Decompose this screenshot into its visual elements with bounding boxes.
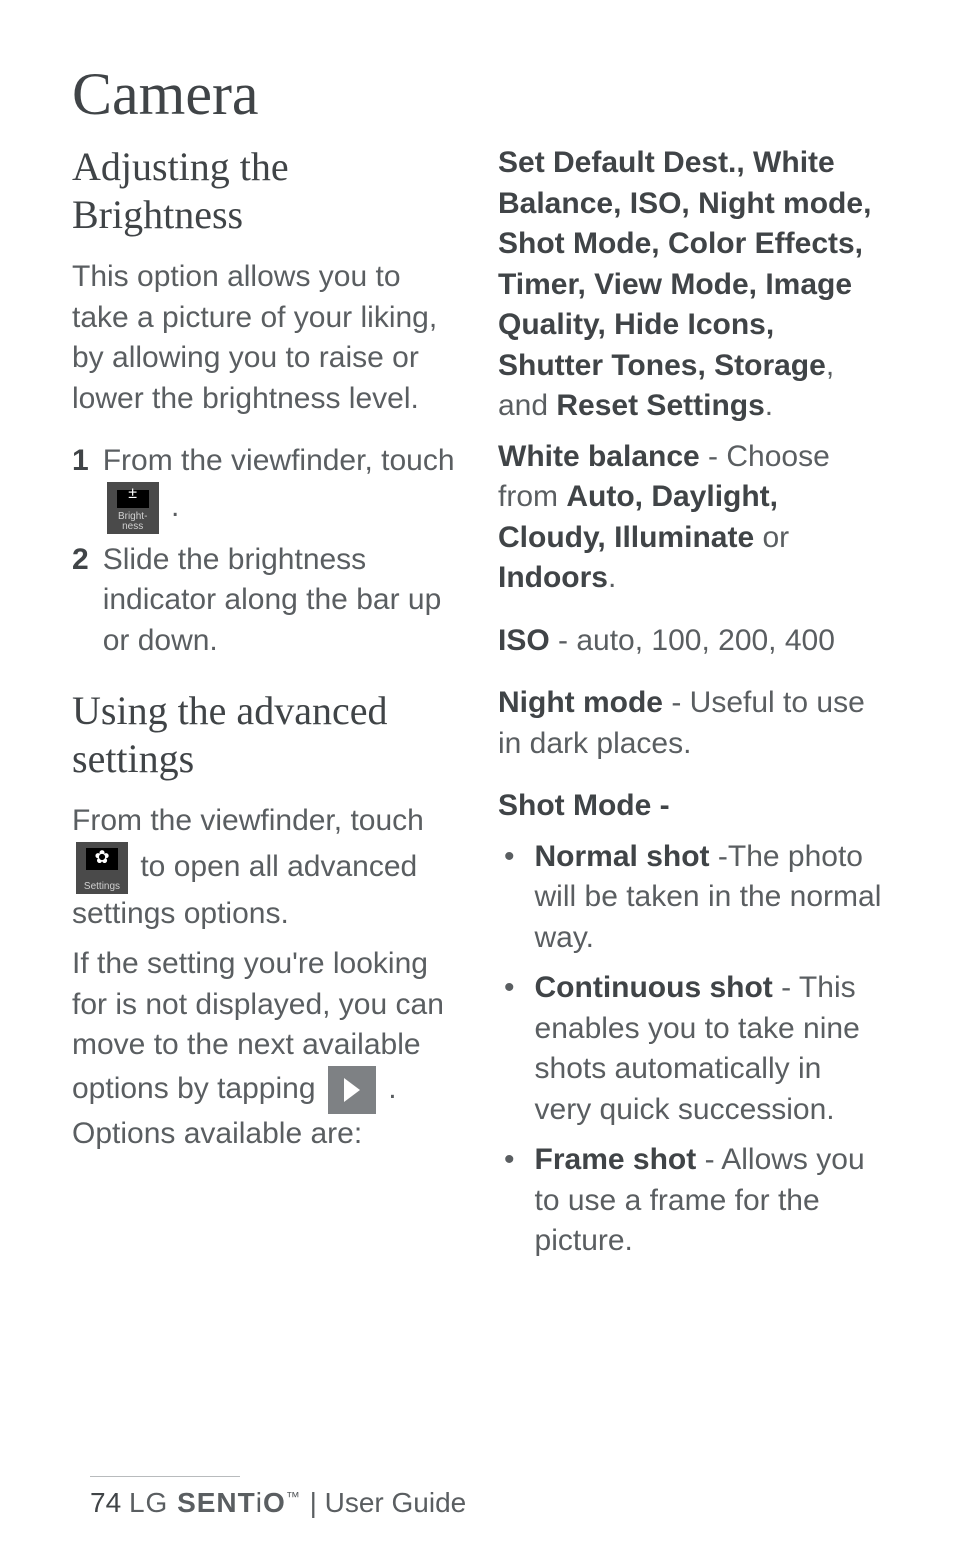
brightness-icon-label: Bright- ness: [107, 512, 159, 532]
settings-icon-label: Settings: [76, 882, 128, 892]
right-column: Set Default Dest., White Balance, ISO, N…: [498, 143, 884, 1272]
page-number: 74: [90, 1487, 121, 1518]
step-number: 2: [72, 540, 89, 662]
brand-tm: ™: [286, 1489, 301, 1505]
shot-mode-heading: Shot Mode -: [498, 786, 884, 827]
step-body: From the viewfinder, touch Bright- ness …: [103, 441, 458, 534]
left-column: Adjusting the Brightness This option all…: [72, 143, 458, 1272]
options-list: Set Default Dest., White Balance, ISO, N…: [498, 143, 884, 427]
adv-text-pre: From the viewfinder, touch: [72, 804, 424, 837]
page-title: Camera: [72, 60, 884, 129]
footer-text: 74 LG SENTiO™ | User Guide: [90, 1487, 954, 1519]
heading-adjusting-brightness: Adjusting the Brightness: [72, 143, 458, 239]
step-1: 1 From the viewfinder, touch Bright- nes…: [72, 441, 458, 534]
iso-item: ISO - auto, 100, 200, 400: [498, 621, 884, 662]
bullet-body: Continuous shot - This enables you to ta…: [535, 968, 884, 1130]
wb-or: or: [754, 521, 789, 554]
bullet-label: Normal shot: [535, 840, 710, 873]
brightness-steps: 1 From the viewfinder, touch Bright- nes…: [72, 441, 458, 661]
next-arrow-icon: [328, 1066, 376, 1114]
brand-i: i: [256, 1487, 263, 1518]
options-end: .: [765, 389, 773, 422]
heading-advanced-settings: Using the advanced settings: [72, 687, 458, 783]
brightness-intro: This option allows you to take a picture…: [72, 257, 458, 419]
wb-options-2: Indoors: [498, 561, 608, 594]
night-mode-item: Night mode - Useful to use in dark place…: [498, 683, 884, 764]
iso-values: - auto, 100, 200, 400: [550, 624, 835, 657]
bullet-body: Normal shot -The photo will be taken in …: [535, 837, 884, 959]
iso-label: ISO: [498, 624, 550, 657]
options-bold-1: Set Default Dest., White Balance, ISO, N…: [498, 146, 871, 382]
settings-icon: Settings: [76, 842, 128, 894]
brand-logo: LG SENTiO™: [129, 1487, 310, 1518]
content-columns: Adjusting the Brightness This option all…: [72, 143, 884, 1272]
footer-sep: |: [310, 1487, 325, 1518]
advanced-para-2: If the setting you're looking for is not…: [72, 944, 458, 1154]
options-bold-2: Reset Settings: [556, 389, 764, 422]
night-label: Night mode: [498, 686, 663, 719]
step-1-text-pre: From the viewfinder, touch: [103, 444, 455, 477]
bullet-body: Frame shot - Allows you to use a frame f…: [535, 1140, 884, 1262]
brand-lg: LG: [129, 1487, 168, 1518]
list-item: Normal shot -The photo will be taken in …: [498, 837, 884, 959]
list-item: Frame shot - Allows you to use a frame f…: [498, 1140, 884, 1262]
brand-sent: SENT: [177, 1487, 256, 1518]
bullet-label: Frame shot: [535, 1143, 697, 1176]
step-2: 2 Slide the brightness indicator along t…: [72, 540, 458, 662]
white-balance-item: White balance - Choose from Auto, Daylig…: [498, 437, 884, 599]
brand-o: O: [263, 1487, 286, 1518]
list-item: Continuous shot - This enables you to ta…: [498, 968, 884, 1130]
shot-mode-list: Normal shot -The photo will be taken in …: [498, 837, 884, 1262]
step-body: Slide the brightness indicator along the…: [103, 540, 458, 662]
page-footer: 74 LG SENTiO™ | User Guide: [0, 1476, 954, 1519]
wb-end: .: [608, 561, 616, 594]
bullet-label: Continuous shot: [535, 971, 773, 1004]
brightness-icon: Bright- ness: [107, 482, 159, 534]
shot-mode-label: Shot Mode -: [498, 789, 670, 822]
wb-label: White balance: [498, 440, 700, 473]
advanced-para-1: From the viewfinder, touch Settings to o…: [72, 801, 458, 934]
step-number: 1: [72, 441, 89, 534]
step-1-text-post: .: [171, 489, 179, 522]
footer-guide: User Guide: [325, 1487, 467, 1518]
footer-rule: [90, 1476, 240, 1477]
